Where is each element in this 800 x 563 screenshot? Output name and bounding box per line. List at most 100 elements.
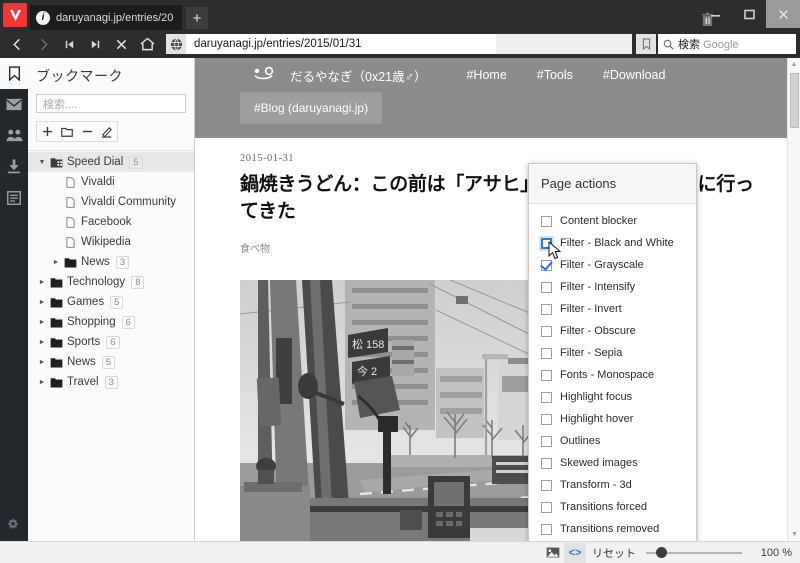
chevron-right-icon[interactable]: ► — [36, 319, 48, 326]
checkbox-highlight-hover[interactable] — [541, 413, 552, 425]
page-action-item[interactable]: Transform - 3d — [529, 474, 696, 496]
maximize-button[interactable] — [732, 0, 766, 28]
bookmark-node[interactable]: Facebook — [28, 212, 194, 232]
bookmark-node[interactable]: ► Shopping 6 — [28, 312, 194, 332]
chevron-down-icon[interactable]: ▼ — [36, 159, 48, 166]
bookmark-node[interactable]: Wikipedia — [28, 232, 194, 252]
bookmarks-panel: ブックマーク 検索.... ▼ Speed Dial 5 Vivaldi Vivaldi… — [28, 58, 195, 541]
search-input[interactable]: 検索 Google — [658, 34, 796, 54]
scroll-up-arrow[interactable]: ▲ — [788, 58, 800, 71]
bookmark-page-icon — [62, 216, 78, 228]
checkbox-filter-invert[interactable] — [541, 303, 552, 315]
sidebar-settings-button[interactable] — [0, 509, 28, 540]
chevron-right-icon[interactable]: ► — [36, 379, 48, 386]
checkbox-outlines[interactable] — [541, 435, 552, 447]
sidebar-item-mail[interactable] — [0, 89, 28, 120]
rewind-button[interactable] — [56, 31, 82, 57]
chevron-right-icon[interactable]: ► — [36, 339, 48, 346]
sidebar-item-bookmarks[interactable] — [0, 58, 28, 89]
page-action-item[interactable]: Fonts - Monospace — [529, 364, 696, 386]
site-tab-blog[interactable]: #Blog (daruyanagi.jp) — [240, 92, 383, 124]
bookmark-edit-button[interactable] — [97, 122, 117, 141]
page-action-item[interactable]: Filter - Intensify — [529, 276, 696, 298]
tab-0[interactable]: i daruyanagi.jp/entries/2015/ — [30, 5, 182, 30]
site-link-download[interactable]: #Download — [603, 68, 666, 82]
checkbox-filter-obscure[interactable] — [541, 325, 552, 337]
page-actions-button[interactable]: <> — [564, 542, 586, 563]
bookmark-node[interactable]: ► Sports 6 — [28, 332, 194, 352]
page-action-item[interactable]: Content blocker — [529, 210, 696, 232]
sidebar-item-contacts[interactable] — [0, 120, 28, 151]
fastforward-button[interactable] — [82, 31, 108, 57]
gear-icon — [8, 518, 18, 529]
checkbox-skewed-images[interactable] — [541, 457, 552, 469]
chevron-right-icon[interactable]: ► — [36, 299, 48, 306]
checkbox-transitions-removed[interactable] — [541, 523, 552, 535]
bookmark-count-badge: 5 — [129, 155, 143, 169]
checkbox-highlight-focus[interactable] — [541, 391, 552, 403]
address-bar[interactable]: daruyanagi.jp/entries/2015/01/31 — [166, 34, 632, 54]
bookmarks-search-input[interactable]: 検索.... — [36, 94, 186, 113]
scrollbar-thumb[interactable] — [790, 73, 799, 128]
page-scrollbar[interactable]: ▲ ▼ — [787, 58, 800, 541]
page-action-item[interactable]: Filter - Obscure — [529, 320, 696, 342]
zoom-reset-button[interactable]: リセット — [592, 545, 636, 561]
bookmark-node[interactable]: Vivaldi Community — [28, 192, 194, 212]
checkbox-filter-sepia[interactable] — [541, 347, 552, 359]
zoom-slider-knob[interactable] — [656, 547, 667, 558]
bookmark-delete-button[interactable] — [77, 122, 97, 141]
minimize-button[interactable] — [698, 0, 732, 28]
page-action-item[interactable]: Transitions forced — [529, 496, 696, 518]
status-bar: <> リセット 100 % — [0, 541, 800, 563]
bookmark-label: Games — [67, 296, 105, 308]
site-brand[interactable]: だるやなぎ（0x21歳♂） — [290, 66, 426, 85]
bookmark-count-badge: 5 — [101, 355, 116, 369]
checkbox-content-blocker[interactable] — [541, 215, 552, 227]
back-button[interactable] — [4, 31, 30, 57]
new-tab-button[interactable]: + — [186, 7, 208, 29]
close-button[interactable] — [766, 0, 800, 28]
forward-button[interactable] — [30, 31, 56, 57]
site-link-home[interactable]: #Home — [466, 68, 506, 82]
bookmark-new-folder-button[interactable] — [57, 122, 77, 141]
page-action-item[interactable]: Highlight focus — [529, 386, 696, 408]
bookmark-node[interactable]: ► News 3 — [28, 252, 194, 272]
checkbox-fonts-monospace[interactable] — [541, 369, 552, 381]
bookmark-node[interactable]: ► Travel 3 — [28, 372, 194, 392]
bookmark-node[interactable]: ► Technology 8 — [28, 272, 194, 292]
page-action-item[interactable]: Filter - Sepia — [529, 342, 696, 364]
chevron-right-icon[interactable]: ► — [50, 259, 62, 266]
page-action-item[interactable]: Outlines — [529, 430, 696, 452]
navigation-toolbar: daruyanagi.jp/entries/2015/01/31 検索 Goog… — [0, 30, 800, 58]
bookmark-add-button[interactable] — [37, 122, 57, 141]
checkbox-transform-3d[interactable] — [541, 479, 552, 491]
zoom-slider[interactable] — [646, 543, 742, 563]
page-action-label: Content blocker — [560, 215, 638, 227]
bookmark-node[interactable]: ▼ Speed Dial 5 — [28, 152, 194, 172]
bookmark-node[interactable]: ► Games 5 — [28, 292, 194, 312]
site-link-tools[interactable]: #Tools — [537, 68, 573, 82]
bookmark-label: Wikipedia — [81, 236, 131, 248]
home-button[interactable] — [134, 31, 160, 57]
checkbox-filter-intensify[interactable] — [541, 281, 552, 293]
sidebar-item-notes[interactable] — [0, 182, 28, 213]
bookmark-icon[interactable] — [636, 34, 656, 54]
chevron-right-icon[interactable]: ► — [36, 359, 48, 366]
page-action-item[interactable]: Skewed images — [529, 452, 696, 474]
address-bar-text: daruyanagi.jp/entries/2015/01/31 — [194, 38, 362, 50]
page-action-item[interactable]: Highlight hover — [529, 408, 696, 430]
bookmark-node[interactable]: Vivaldi — [28, 172, 194, 192]
image-toggle-button[interactable] — [542, 543, 564, 563]
page-action-item[interactable]: Transitions removed — [529, 518, 696, 540]
sidebar-item-downloads[interactable] — [0, 151, 28, 182]
bookmark-count-badge: 3 — [104, 375, 118, 389]
web-content: だるやなぎ（0x21歳♂） #Home #Tools #Download #Bl… — [195, 58, 800, 541]
checkbox-filter-grayscale[interactable] — [541, 259, 552, 271]
scroll-down-arrow[interactable]: ▼ — [788, 528, 800, 541]
chevron-right-icon[interactable]: ► — [36, 279, 48, 286]
bookmark-node[interactable]: ► News 5 — [28, 352, 194, 372]
stop-button[interactable] — [108, 31, 134, 57]
checkbox-transitions-forced[interactable] — [541, 501, 552, 513]
vivaldi-logo-icon[interactable] — [3, 3, 27, 27]
page-action-item[interactable]: Filter - Invert — [529, 298, 696, 320]
